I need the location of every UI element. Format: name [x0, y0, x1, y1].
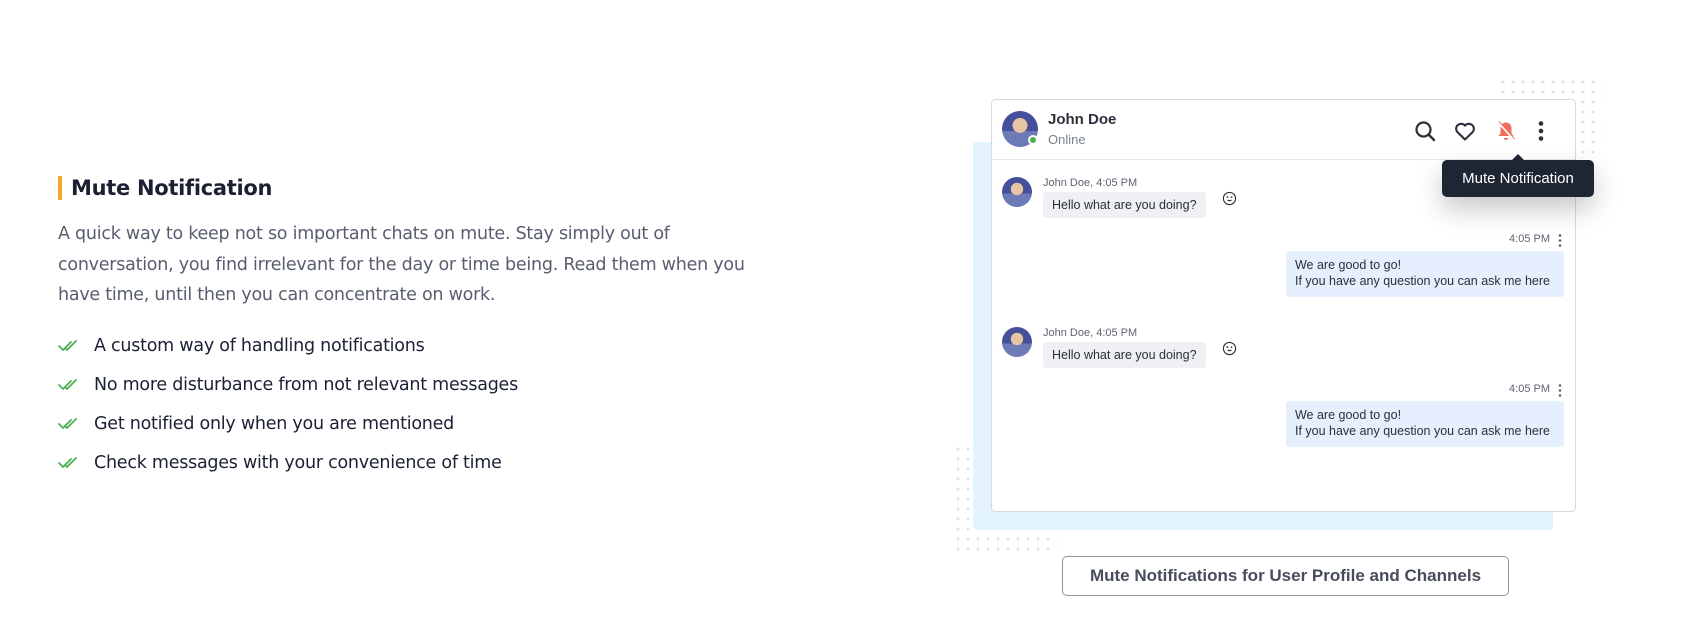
feature-section: Mute Notification A quick way to keep no…	[58, 174, 758, 483]
message-bubble: We are good to go! If you have any quest…	[1285, 401, 1564, 447]
mute-notifications-button[interactable]: Mute Notifications for User Profile and …	[1062, 556, 1509, 596]
emoji-reaction-icon[interactable]	[1222, 191, 1237, 206]
message-options-icon[interactable]	[1556, 233, 1564, 248]
search-icon[interactable]	[1413, 119, 1437, 143]
accent-bar	[58, 176, 62, 200]
feature-title: Mute Notification	[71, 176, 273, 200]
contact-status: Online	[1048, 132, 1086, 147]
avatar	[1002, 177, 1032, 207]
feature-list: A custom way of handling notifications N…	[58, 327, 758, 483]
feature-heading: Mute Notification	[58, 174, 758, 202]
online-indicator	[1028, 135, 1038, 145]
message-time: 4:05 PM	[1509, 383, 1550, 395]
message-bubble: We are good to go! If you have any quest…	[1285, 251, 1564, 297]
feature-list-item: A custom way of handling notifications	[58, 327, 758, 366]
message-line: We are good to go!	[1294, 258, 1402, 272]
feature-text: Check messages with your convenience of …	[94, 453, 502, 473]
message-bubble: Hello what are you doing?	[1043, 342, 1206, 368]
feature-text: A custom way of handling notifications	[94, 336, 425, 356]
feature-list-item: Check messages with your convenience of …	[58, 444, 758, 483]
chat-header: John Doe Online	[992, 100, 1575, 160]
feature-description: A quick way to keep not so important cha…	[58, 224, 745, 305]
double-check-icon	[58, 379, 77, 390]
double-check-icon	[58, 457, 77, 468]
heart-icon[interactable]	[1453, 119, 1477, 143]
double-check-icon	[58, 340, 77, 351]
contact-name[interactable]: John Doe	[1048, 111, 1116, 128]
message-meta: John Doe, 4:05 PM	[1043, 177, 1138, 189]
message-line: If you have any question you can ask me …	[1294, 423, 1550, 438]
avatar	[1002, 327, 1032, 357]
emoji-reaction-icon[interactable]	[1222, 341, 1237, 356]
feature-list-item: No more disturbance from not relevant me…	[58, 366, 758, 405]
message-line: We are good to go!	[1294, 408, 1402, 422]
message-line: If you have any question you can ask me …	[1294, 273, 1550, 288]
message-bubble: Hello what are you doing?	[1043, 192, 1206, 218]
message-meta: John Doe, 4:05 PM	[1043, 327, 1138, 339]
message-options-icon[interactable]	[1556, 383, 1564, 398]
more-vertical-icon[interactable]	[1529, 119, 1553, 143]
feature-text: No more disturbance from not relevant me…	[94, 375, 518, 395]
feature-list-item: Get notified only when you are mentioned	[58, 405, 758, 444]
message-time: 4:05 PM	[1509, 233, 1550, 245]
bell-muted-icon[interactable]	[1494, 119, 1518, 143]
feature-text: Get notified only when you are mentioned	[94, 414, 455, 434]
double-check-icon	[58, 418, 77, 429]
mute-notification-tooltip: Mute Notification	[1442, 154, 1594, 197]
